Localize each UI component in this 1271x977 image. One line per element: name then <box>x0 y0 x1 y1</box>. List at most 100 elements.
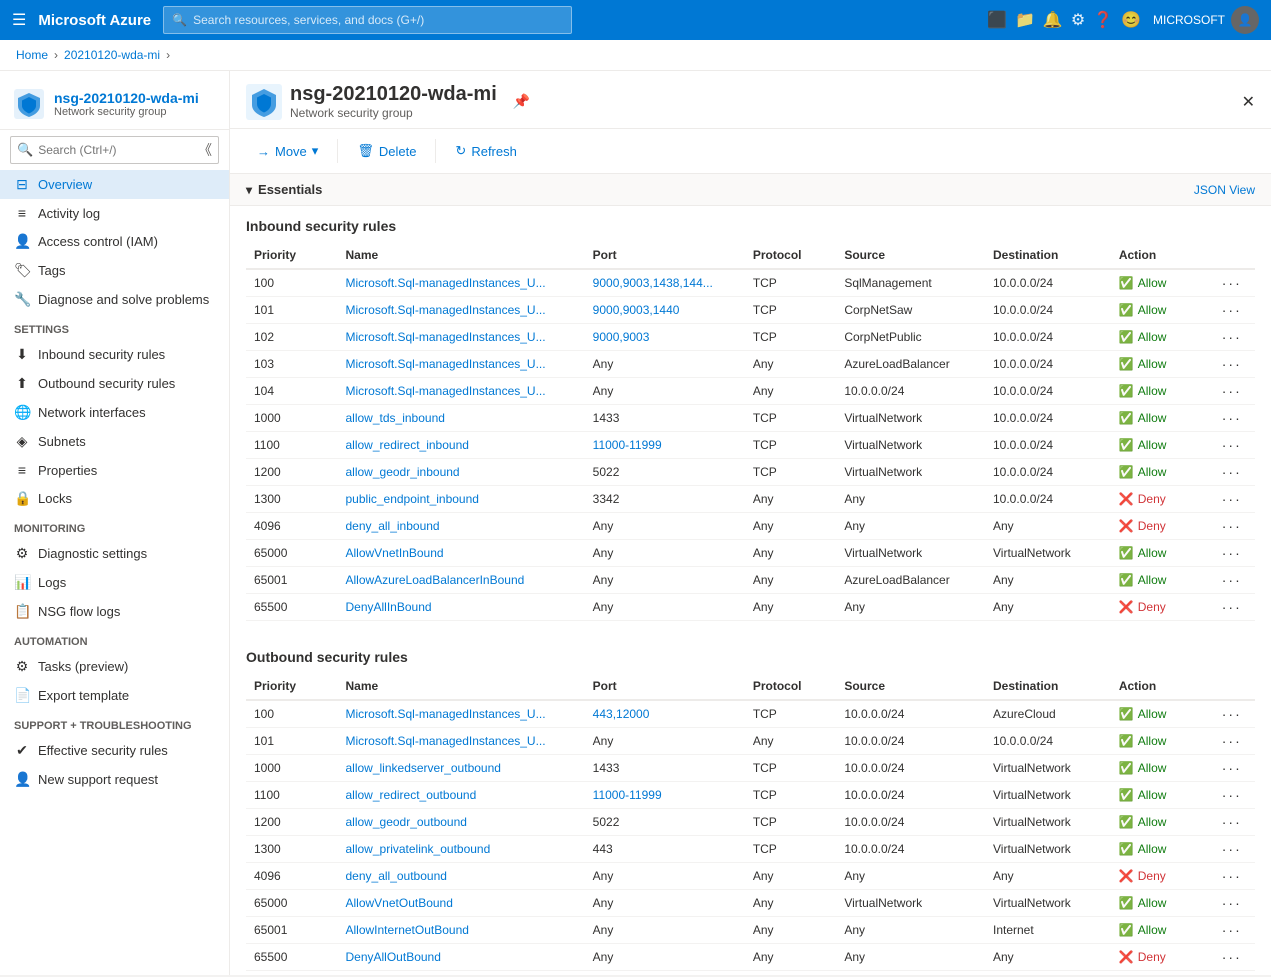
row-more-button[interactable]: ··· <box>1222 733 1242 749</box>
cell-port: Any <box>585 567 745 594</box>
rule-name-link[interactable]: AllowVnetInBound <box>346 546 444 560</box>
breadcrumb-home[interactable]: Home <box>16 48 48 62</box>
rule-name-link[interactable]: Microsoft.Sql-managedInstances_U... <box>346 707 546 721</box>
rule-name-link[interactable]: allow_redirect_outbound <box>346 788 477 802</box>
json-view-link[interactable]: JSON View <box>1194 183 1255 197</box>
notifications-icon[interactable]: 🔔 <box>1043 10 1063 30</box>
row-more-button[interactable]: ··· <box>1222 410 1242 426</box>
port-link[interactable]: 11000-11999 <box>593 788 662 802</box>
sidebar-item-tags[interactable]: 🏷 Tags <box>0 256 229 285</box>
row-more-button[interactable]: ··· <box>1222 599 1242 615</box>
properties-icon: ≡ <box>14 462 30 478</box>
row-more-button[interactable]: ··· <box>1222 787 1242 803</box>
global-search[interactable]: 🔍 Search resources, services, and docs (… <box>163 6 572 34</box>
settings-icon[interactable]: ⚙ <box>1071 10 1085 30</box>
sidebar-item-new-support[interactable]: 👤 New support request <box>0 765 229 794</box>
sidebar-item-diagnose[interactable]: 🔧 Diagnose and solve problems <box>0 285 229 314</box>
rule-name-link[interactable]: allow_geodr_outbound <box>346 815 467 829</box>
directory-icon[interactable]: 📁 <box>1015 10 1035 30</box>
cell-destination: 10.0.0.0/24 <box>985 459 1111 486</box>
port-link[interactable]: 9000,9003,1438,144... <box>593 276 713 290</box>
port-value: Any <box>593 519 614 533</box>
breadcrumb-parent[interactable]: 20210120-wda-mi <box>64 48 160 62</box>
sidebar-search-input[interactable] <box>38 143 193 157</box>
row-more-button[interactable]: ··· <box>1222 572 1242 588</box>
rule-name-link[interactable]: AllowAzureLoadBalancerInBound <box>346 573 525 587</box>
rule-name-link[interactable]: Microsoft.Sql-managedInstances_U... <box>346 734 546 748</box>
help-icon[interactable]: ❓ <box>1093 10 1113 30</box>
cell-port: Any <box>585 351 745 378</box>
port-link[interactable]: 9000,9003,1440 <box>593 303 680 317</box>
rule-name-link[interactable]: allow_linkedserver_outbound <box>346 761 501 775</box>
port-link[interactable]: 443,12000 <box>593 707 650 721</box>
rule-name-link[interactable]: Microsoft.Sql-managedInstances_U... <box>346 303 546 317</box>
feedback-icon[interactable]: 😊 <box>1121 10 1141 30</box>
rule-name-link[interactable]: Microsoft.Sql-managedInstances_U... <box>346 276 546 290</box>
row-more-button[interactable]: ··· <box>1222 275 1242 291</box>
sidebar-item-logs[interactable]: 📊 Logs <box>0 568 229 597</box>
sidebar-item-properties[interactable]: ≡ Properties <box>0 456 229 484</box>
sidebar-item-nsg-flow[interactable]: 📋 NSG flow logs <box>0 597 229 626</box>
close-icon[interactable]: ✕ <box>1242 92 1255 112</box>
rule-name-link[interactable]: AllowInternetOutBound <box>346 923 469 937</box>
row-more-button[interactable]: ··· <box>1222 545 1242 561</box>
rule-name-link[interactable]: Microsoft.Sql-managedInstances_U... <box>346 330 546 344</box>
rule-name-link[interactable]: Microsoft.Sql-managedInstances_U... <box>346 384 546 398</box>
refresh-button[interactable]: ↻ Refresh <box>444 137 527 165</box>
sidebar-item-outbound[interactable]: ⬆ Outbound security rules <box>0 369 229 398</box>
sidebar-item-overview[interactable]: ⊟ Overview <box>0 170 229 199</box>
row-more-button[interactable]: ··· <box>1222 760 1242 776</box>
rule-name-link[interactable]: deny_all_inbound <box>346 519 440 533</box>
sidebar-item-tasks[interactable]: ⚙ Tasks (preview) <box>0 652 229 681</box>
row-more-button[interactable]: ··· <box>1222 491 1242 507</box>
sidebar-item-locks[interactable]: 🔒 Locks <box>0 484 229 513</box>
sidebar-item-subnets[interactable]: ◈ Subnets <box>0 427 229 456</box>
rule-name-link[interactable]: Microsoft.Sql-managedInstances_U... <box>346 357 546 371</box>
hamburger-menu[interactable]: ☰ <box>12 10 26 30</box>
row-more-button[interactable]: ··· <box>1222 329 1242 345</box>
row-more-button[interactable]: ··· <box>1222 302 1242 318</box>
port-value: 3342 <box>593 492 620 506</box>
rule-name-link[interactable]: public_endpoint_inbound <box>346 492 479 506</box>
port-link[interactable]: 9000,9003 <box>593 330 650 344</box>
row-more-button[interactable]: ··· <box>1222 437 1242 453</box>
cloud-shell-icon[interactable]: ⬛ <box>987 10 1007 30</box>
row-more-button[interactable]: ··· <box>1222 814 1242 830</box>
rule-name-link[interactable]: AllowVnetOutBound <box>346 896 453 910</box>
move-button[interactable]: → Move ▾ <box>246 137 329 165</box>
user-profile[interactable]: MICROSOFT 👤 <box>1153 6 1259 34</box>
row-more-button[interactable]: ··· <box>1222 895 1242 911</box>
sidebar-item-activity-log[interactable]: ≡ Activity log <box>0 199 229 227</box>
rule-name-link[interactable]: allow_geodr_inbound <box>346 465 460 479</box>
row-more-button[interactable]: ··· <box>1222 706 1242 722</box>
tasks-icon: ⚙ <box>14 658 30 675</box>
row-more-button[interactable]: ··· <box>1222 356 1242 372</box>
rule-name-link[interactable]: DenyAllInBound <box>346 600 432 614</box>
row-more-button[interactable]: ··· <box>1222 949 1242 965</box>
pin-icon[interactable]: 📌 <box>513 93 530 110</box>
row-more-button[interactable]: ··· <box>1222 868 1242 884</box>
delete-button[interactable]: 🗑 Delete <box>346 137 427 165</box>
cell-source: 10.0.0.0/24 <box>836 836 985 863</box>
row-more-button[interactable]: ··· <box>1222 518 1242 534</box>
rule-name-link[interactable]: deny_all_outbound <box>346 869 447 883</box>
rule-name-link[interactable]: allow_redirect_inbound <box>346 438 469 452</box>
sidebar-search-box[interactable]: 🔍 《 <box>10 136 219 164</box>
rule-name-link[interactable]: DenyAllOutBound <box>346 950 441 964</box>
row-more-button[interactable]: ··· <box>1222 922 1242 938</box>
sidebar-item-export[interactable]: 📄 Export template <box>0 681 229 710</box>
sidebar-item-inbound[interactable]: ⬇ Inbound security rules <box>0 340 229 369</box>
port-link[interactable]: 11000-11999 <box>593 438 662 452</box>
essentials-chevron[interactable]: ▾ <box>246 183 252 197</box>
sidebar-item-access-control[interactable]: 👤 Access control (IAM) <box>0 227 229 256</box>
sidebar-item-effective[interactable]: ✔ Effective security rules <box>0 736 229 765</box>
row-more-button[interactable]: ··· <box>1222 383 1242 399</box>
sidebar-item-network-interfaces[interactable]: 🌐 Network interfaces <box>0 398 229 427</box>
rule-name-link[interactable]: allow_tds_inbound <box>346 411 445 425</box>
rule-name-link[interactable]: allow_privatelink_outbound <box>346 842 491 856</box>
sidebar-item-diagnostic[interactable]: ⚙ Diagnostic settings <box>0 539 229 568</box>
action-deny: ❌Deny <box>1119 950 1206 964</box>
row-more-button[interactable]: ··· <box>1222 841 1242 857</box>
sidebar-collapse-btn[interactable]: 《 <box>198 140 212 160</box>
row-more-button[interactable]: ··· <box>1222 464 1242 480</box>
